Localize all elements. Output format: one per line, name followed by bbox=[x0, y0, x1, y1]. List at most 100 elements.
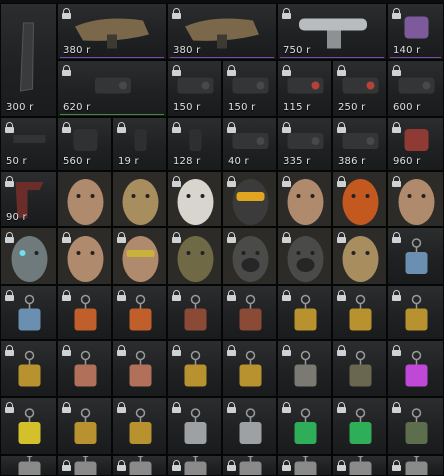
inventory-slot[interactable] bbox=[332, 455, 387, 476]
inventory-slot[interactable] bbox=[57, 285, 112, 340]
lock-icon bbox=[227, 176, 236, 187]
lock-icon bbox=[392, 122, 401, 133]
item-price: 90 r bbox=[6, 212, 27, 223]
inventory-slot[interactable] bbox=[0, 227, 57, 285]
lock-icon bbox=[62, 65, 71, 76]
inventory-slot[interactable]: 140 r bbox=[387, 3, 444, 60]
inventory-slot[interactable] bbox=[112, 171, 167, 227]
item-price: 335 r bbox=[283, 156, 311, 167]
inventory-slot[interactable]: 750 r bbox=[277, 3, 387, 60]
inventory-slot[interactable] bbox=[387, 285, 444, 340]
lock-icon bbox=[172, 122, 181, 133]
item-price: 140 r bbox=[393, 45, 421, 56]
inventory-slot[interactable]: 380 r bbox=[57, 3, 167, 60]
inventory-slot[interactable] bbox=[277, 340, 332, 397]
inventory-slot[interactable]: 50 r bbox=[0, 117, 57, 171]
rarity-underline bbox=[60, 114, 164, 115]
rarity-underline bbox=[390, 57, 441, 58]
inventory-slot[interactable] bbox=[277, 227, 332, 285]
rarity-underline bbox=[280, 57, 384, 58]
inventory-slot[interactable] bbox=[0, 397, 57, 455]
inventory-slot[interactable] bbox=[222, 397, 277, 455]
inventory-slot[interactable]: 386 r bbox=[332, 117, 387, 171]
inventory-slot[interactable]: 90 r bbox=[0, 171, 57, 227]
lock-icon bbox=[62, 8, 71, 19]
inventory-slot[interactable] bbox=[57, 171, 112, 227]
lock-icon bbox=[62, 122, 71, 133]
inventory-slot[interactable] bbox=[387, 397, 444, 455]
inventory-slot[interactable]: 150 r bbox=[222, 60, 277, 117]
inventory-slot[interactable]: 150 r bbox=[167, 60, 222, 117]
lock-icon bbox=[282, 65, 291, 76]
inventory-slot[interactable] bbox=[0, 455, 57, 476]
lock-icon bbox=[62, 402, 71, 413]
lock-icon bbox=[62, 345, 71, 356]
inventory-slot[interactable]: 300 r bbox=[0, 3, 57, 117]
inventory-slot[interactable] bbox=[167, 285, 222, 340]
inventory-slot[interactable] bbox=[277, 285, 332, 340]
inventory-slot[interactable] bbox=[0, 340, 57, 397]
inventory-slot[interactable] bbox=[332, 171, 387, 227]
lock-icon bbox=[117, 402, 126, 413]
lock-icon bbox=[282, 232, 291, 243]
lock-icon bbox=[62, 232, 71, 243]
lock-icon bbox=[172, 65, 181, 76]
inventory-slot[interactable] bbox=[387, 171, 444, 227]
inventory-slot[interactable] bbox=[332, 285, 387, 340]
inventory-slot[interactable] bbox=[332, 340, 387, 397]
inventory-slot[interactable]: 115 r bbox=[277, 60, 332, 117]
inventory-slot[interactable] bbox=[112, 397, 167, 455]
inventory-slot[interactable]: 335 r bbox=[277, 117, 332, 171]
inventory-slot[interactable]: 40 r bbox=[222, 117, 277, 171]
inventory-slot[interactable]: 380 r bbox=[167, 3, 277, 60]
lock-icon bbox=[172, 232, 181, 243]
inventory-slot[interactable] bbox=[57, 397, 112, 455]
inventory-slot[interactable] bbox=[332, 397, 387, 455]
inventory-slot[interactable]: 960 r bbox=[387, 117, 444, 171]
inventory-slot[interactable] bbox=[277, 171, 332, 227]
lock-icon bbox=[392, 232, 401, 243]
item-price: 40 r bbox=[228, 156, 249, 167]
lock-icon bbox=[282, 176, 291, 187]
lock-icon bbox=[282, 460, 291, 471]
lock-icon bbox=[172, 8, 181, 19]
lock-icon bbox=[172, 345, 181, 356]
inventory-slot[interactable] bbox=[167, 171, 222, 227]
inventory-slot[interactable]: 560 r bbox=[57, 117, 112, 171]
inventory-slot[interactable] bbox=[387, 455, 444, 476]
inventory-slot[interactable] bbox=[277, 455, 332, 476]
inventory-slot[interactable] bbox=[112, 227, 167, 285]
inventory-slot[interactable] bbox=[57, 455, 112, 476]
inventory-slot[interactable] bbox=[57, 340, 112, 397]
inventory-slot[interactable] bbox=[222, 227, 277, 285]
inventory-slot[interactable]: 19 r bbox=[112, 117, 167, 171]
inventory-slot[interactable] bbox=[167, 397, 222, 455]
inventory-slot[interactable] bbox=[222, 285, 277, 340]
lock-icon bbox=[227, 122, 236, 133]
inventory-slot[interactable]: 250 r bbox=[332, 60, 387, 117]
inventory-slot[interactable] bbox=[167, 227, 222, 285]
inventory-slot[interactable] bbox=[222, 171, 277, 227]
inventory-slot[interactable]: 128 r bbox=[167, 117, 222, 171]
inventory-slot[interactable] bbox=[222, 340, 277, 397]
inventory-slot[interactable] bbox=[0, 285, 57, 340]
inventory-slot[interactable] bbox=[112, 455, 167, 476]
inventory-slot[interactable] bbox=[387, 340, 444, 397]
item-price: 115 r bbox=[283, 102, 311, 113]
inventory-slot[interactable] bbox=[57, 227, 112, 285]
lock-icon bbox=[5, 176, 14, 187]
lock-icon bbox=[392, 65, 401, 76]
inventory-slot[interactable] bbox=[277, 397, 332, 455]
inventory-slot[interactable] bbox=[332, 227, 387, 285]
inventory-slot[interactable] bbox=[222, 455, 277, 476]
inventory-slot[interactable]: 620 r bbox=[57, 60, 167, 117]
lock-icon bbox=[172, 176, 181, 187]
inventory-slot[interactable] bbox=[112, 340, 167, 397]
lock-icon bbox=[337, 122, 346, 133]
item-price: 380 r bbox=[63, 45, 91, 56]
inventory-slot[interactable] bbox=[387, 227, 444, 285]
inventory-slot[interactable] bbox=[167, 455, 222, 476]
inventory-slot[interactable] bbox=[167, 340, 222, 397]
inventory-slot[interactable]: 600 r bbox=[387, 60, 444, 117]
inventory-slot[interactable] bbox=[112, 285, 167, 340]
